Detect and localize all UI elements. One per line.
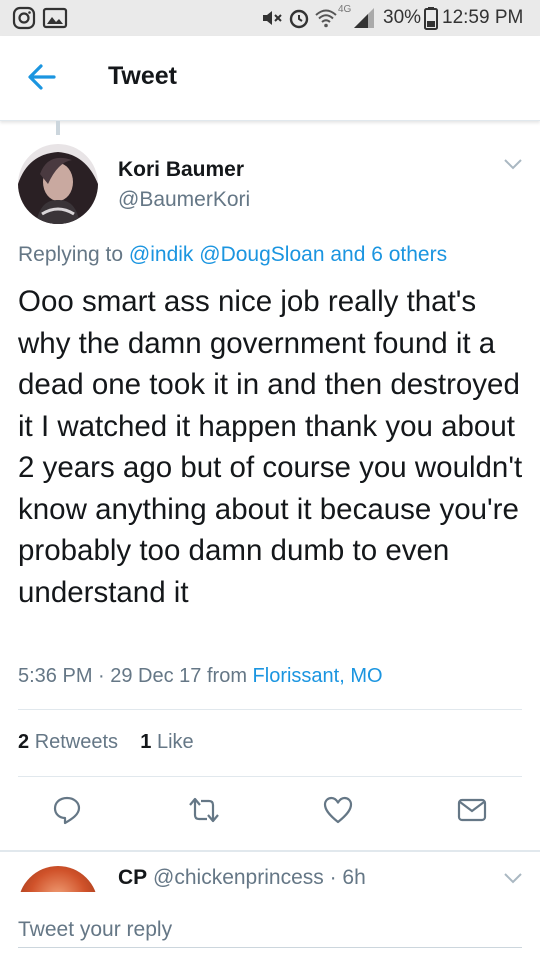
chevron-down-icon[interactable] — [502, 870, 524, 886]
likes-label: Like — [156, 731, 194, 753]
gallery-icon — [42, 7, 68, 29]
network-type-label: 4G — [338, 4, 352, 15]
retweets-count: 2 — [18, 731, 30, 753]
direct-message-icon[interactable] — [457, 795, 487, 825]
likes-stat[interactable]: 1 Like — [140, 731, 193, 753]
reply-author-handle: @chickenprincess — [153, 866, 324, 889]
battery-percent: 30% — [383, 7, 422, 28]
mention-link[interactable]: @indik — [129, 243, 194, 266]
wifi-icon — [315, 9, 337, 28]
alarm-icon — [289, 9, 309, 29]
retweet-icon[interactable] — [187, 795, 221, 825]
author-handle[interactable]: @BaumerKori — [118, 188, 250, 212]
chevron-down-icon[interactable] — [502, 156, 524, 172]
likes-count: 1 — [140, 731, 152, 753]
signal-icon — [354, 8, 374, 28]
page-title: Tweet — [108, 62, 177, 90]
author-avatar[interactable] — [18, 144, 98, 224]
like-heart-icon[interactable] — [323, 795, 353, 825]
tweet-body: Ooo smart ass nice job really that's why… — [18, 285, 523, 609]
mention-link[interactable]: @DougSloan — [199, 243, 324, 266]
reply-compose-input[interactable] — [18, 913, 522, 948]
mute-icon — [263, 11, 282, 25]
status-bar: 4G 30% 12:59 PM — [0, 0, 540, 36]
author-display-name[interactable]: Kori Baumer — [118, 158, 244, 182]
replying-to-line: Replying to @indik @DougSloan and 6 othe… — [18, 243, 447, 267]
replying-to-prefix: Replying to — [18, 243, 129, 266]
instagram-icon — [12, 6, 36, 30]
thread-connector-line — [56, 121, 60, 135]
app-header: Tweet — [0, 36, 540, 121]
retweets-label: Retweets — [34, 731, 119, 753]
divider — [18, 776, 522, 777]
reply-age: · 6h — [329, 866, 366, 889]
reply-author-name: CP — [118, 866, 148, 889]
section-separator — [0, 850, 540, 852]
retweets-stat[interactable]: 2 Retweets — [18, 731, 118, 753]
reply-icon[interactable] — [52, 795, 82, 825]
divider — [18, 709, 522, 710]
location-link[interactable]: Florissant, MO — [253, 665, 383, 687]
clock: 12:59 PM — [442, 7, 524, 28]
tweet-metadata: 5:36 PM · 29 Dec 17 from Florissant, MO — [18, 665, 383, 688]
engagement-stats: 2 Retweets 1 Like — [18, 731, 194, 754]
back-arrow-icon[interactable] — [26, 62, 58, 92]
reply-author-line[interactable]: CP @chickenprincess · 6h — [118, 866, 366, 890]
battery-icon — [424, 7, 438, 30]
tweet-timestamp: 5:36 PM · 29 Dec 17 from — [18, 665, 247, 687]
others-link[interactable]: and 6 others — [330, 243, 447, 266]
